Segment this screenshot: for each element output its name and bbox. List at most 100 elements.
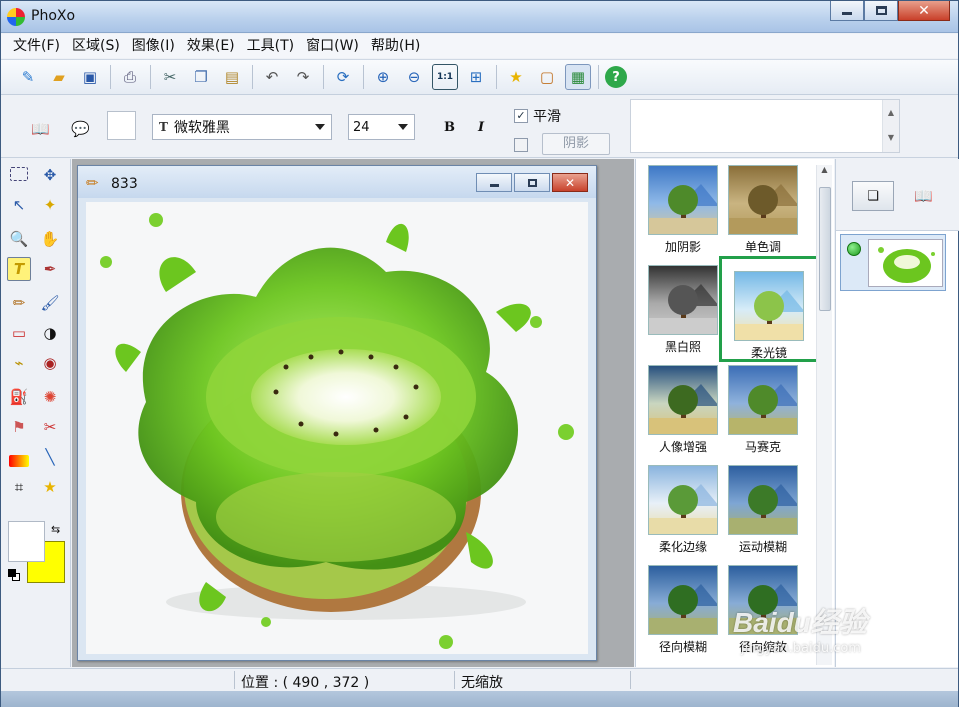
- layers-stack-button[interactable]: ❏: [852, 181, 894, 211]
- menu-region[interactable]: 区域(S): [66, 35, 126, 57]
- paste-icon[interactable]: ▤: [219, 64, 245, 90]
- brush-icon[interactable]: 🖌: [38, 291, 62, 315]
- image-canvas[interactable]: [86, 202, 588, 654]
- effect-item[interactable]: 运动模糊: [723, 453, 803, 554]
- document-title: 833: [111, 176, 138, 192]
- text-input-area[interactable]: ▲ ▼: [630, 99, 900, 153]
- menu-help[interactable]: 帮助(H): [365, 35, 426, 57]
- gradient-icon[interactable]: [9, 455, 29, 467]
- status-bar: 位置 : ( 490 , 372 ) 无缩放: [1, 668, 958, 691]
- doc-minimize-button[interactable]: [476, 173, 512, 192]
- open-icon[interactable]: ▰: [46, 64, 72, 90]
- reset-colors-icon[interactable]: [8, 569, 20, 581]
- effect-item[interactable]: 单色调: [723, 153, 803, 254]
- lasso-select-icon[interactable]: ↖: [7, 193, 31, 217]
- stamp-icon[interactable]: ⚑: [7, 415, 31, 439]
- crop-icon[interactable]: ⌗: [7, 475, 31, 499]
- scrollbar-thumb[interactable]: [819, 187, 831, 311]
- app-title: PhoXo: [31, 8, 76, 24]
- doc-close-button[interactable]: ✕: [552, 173, 588, 192]
- close-button[interactable]: ✕: [898, 1, 950, 21]
- save-icon[interactable]: ▣: [77, 64, 103, 90]
- layer-visible-icon[interactable]: [847, 242, 861, 256]
- menu-window[interactable]: 窗口(W): [300, 35, 365, 57]
- red-eye-icon[interactable]: ◉: [38, 351, 62, 375]
- effect-item[interactable]: 人像增强: [643, 353, 723, 454]
- hand-tool-icon[interactable]: ✋: [38, 227, 62, 251]
- shadow-checkbox[interactable]: [514, 138, 528, 152]
- zoom-tool-icon[interactable]: 🔍: [7, 227, 31, 251]
- actual-size-icon[interactable]: 1:1: [432, 64, 458, 90]
- undo-icon[interactable]: ↶: [259, 64, 285, 90]
- contrast-icon[interactable]: ◑: [38, 321, 62, 345]
- font-family-select[interactable]: T 微软雅黑: [152, 114, 332, 140]
- scroll-up-icon[interactable]: ▲: [883, 108, 899, 117]
- move-icon[interactable]: ✥: [38, 163, 62, 187]
- minimize-button[interactable]: [830, 1, 864, 21]
- scroll-down-icon[interactable]: ▼: [883, 133, 899, 142]
- tree-icon: [649, 484, 717, 534]
- italic-button[interactable]: I: [478, 120, 484, 135]
- star-icon[interactable]: ★: [503, 64, 529, 90]
- doc-maximize-button[interactable]: [514, 173, 550, 192]
- screen-capture-icon[interactable]: ▦: [565, 64, 591, 90]
- speech-bubble-icon[interactable]: 💬: [71, 120, 90, 138]
- line-tool-icon[interactable]: ╲: [38, 445, 62, 469]
- color-replace-icon[interactable]: ✺: [38, 385, 62, 409]
- text-color-swatch[interactable]: [107, 111, 136, 140]
- baidu-watermark: Baidu经验 jingyan.baidu.com: [733, 601, 867, 656]
- fit-window-icon[interactable]: ⊞: [463, 64, 489, 90]
- scroll-up-icon[interactable]: ▲: [817, 165, 832, 174]
- menu-file[interactable]: 文件(F): [7, 35, 66, 57]
- menu-effects[interactable]: 效果(E): [181, 35, 241, 57]
- font-size-value: 24: [353, 119, 370, 135]
- text-tool-icon[interactable]: T: [7, 257, 31, 281]
- refresh-icon[interactable]: ⟳: [330, 64, 356, 90]
- book-icon[interactable]: 📖: [31, 120, 50, 138]
- bold-button[interactable]: B: [444, 120, 455, 135]
- frame-icon[interactable]: ▢: [534, 64, 560, 90]
- zoom-out-icon[interactable]: ⊖: [401, 64, 427, 90]
- menu-bar: 文件(F) 区域(S) 图像(I) 效果(E) 工具(T) 窗口(W) 帮助(H…: [1, 34, 958, 58]
- effect-item[interactable]: 黑白照: [643, 253, 723, 354]
- effect-item[interactable]: 加阴影: [643, 153, 723, 254]
- minimize-icon: [489, 183, 499, 187]
- zoom-in-icon[interactable]: ⊕: [370, 64, 396, 90]
- pencil-icon[interactable]: ✏: [7, 291, 31, 315]
- maximize-button[interactable]: [864, 1, 898, 21]
- cut-icon[interactable]: ✂: [157, 64, 183, 90]
- copy-icon[interactable]: ❐: [188, 64, 214, 90]
- redo-icon[interactable]: ↷: [290, 64, 316, 90]
- pencil-icon: ✏: [86, 174, 99, 192]
- effect-item[interactable]: 柔光镜: [719, 256, 819, 362]
- eyedropper-icon[interactable]: ✒: [38, 257, 62, 281]
- font-family-value: 微软雅黑: [173, 120, 230, 136]
- effect-item[interactable]: 马赛克: [723, 353, 803, 454]
- eraser-icon[interactable]: ▭: [7, 321, 31, 345]
- shape-star-icon[interactable]: ★: [38, 475, 62, 499]
- tree-icon: [649, 384, 717, 434]
- menu-tools[interactable]: 工具(T): [241, 35, 300, 57]
- font-size-select[interactable]: 24: [348, 114, 415, 140]
- text-area-scrollbar[interactable]: ▲ ▼: [882, 100, 899, 152]
- magic-wand-icon[interactable]: ✦: [38, 193, 62, 217]
- swap-colors-icon[interactable]: ⇆: [51, 523, 60, 536]
- effects-scrollbar[interactable]: ▲: [816, 165, 832, 665]
- book-icon[interactable]: 📖: [914, 187, 933, 205]
- menu-image[interactable]: 图像(I): [126, 35, 181, 57]
- document-title-bar[interactable]: ✏ 833 ✕: [78, 166, 596, 198]
- layer-item[interactable]: [840, 234, 946, 291]
- help-icon[interactable]: ?: [605, 66, 627, 88]
- foreground-color-swatch[interactable]: [8, 521, 45, 562]
- rect-select-icon[interactable]: [10, 167, 28, 181]
- effect-item[interactable]: 径向模糊: [643, 553, 723, 654]
- shadow-button[interactable]: 阴影: [542, 133, 610, 155]
- scanner-icon[interactable]: ⎙: [117, 64, 143, 90]
- clone-stamp-icon[interactable]: ⌁: [7, 351, 31, 375]
- scissors-icon[interactable]: ✂: [38, 415, 62, 439]
- smooth-checkbox[interactable]: ✓: [514, 109, 528, 123]
- text-options-bar: 📖 💬 T 微软雅黑 24 B I ✓ 平滑 阴影 ▲ ▼: [1, 96, 958, 158]
- effect-item[interactable]: 柔化边缘: [643, 453, 723, 554]
- new-icon[interactable]: ✎: [15, 64, 41, 90]
- fill-bucket-icon[interactable]: ⛽: [7, 385, 31, 409]
